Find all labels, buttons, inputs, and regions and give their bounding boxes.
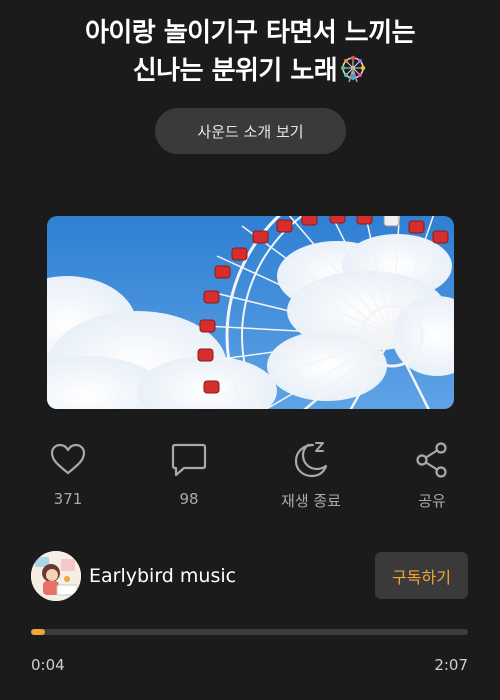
share-icon	[412, 440, 452, 480]
like-count: 371	[53, 490, 83, 508]
channel-avatar	[31, 551, 81, 601]
like-button[interactable]: 371	[13, 440, 123, 520]
share-button[interactable]: 공유	[377, 440, 487, 520]
sleep-timer-button[interactable]: 재생 종료	[256, 440, 366, 520]
current-time: 0:04	[31, 656, 65, 674]
title-line-2-wrap: 신나는 분위기 노래	[0, 52, 500, 94]
sound-detail-screen: 아이랑 놀이기구 타면서 느끼는 신나는 분위기 노래 사운드 소개 보기 37…	[0, 0, 500, 700]
sound-intro-button-label: 사운드 소개 보기	[197, 122, 304, 141]
ferris-wheel-emoji-icon	[339, 55, 367, 94]
title-line-1: 아이랑 놀이기구 타면서 느끼는	[84, 18, 416, 48]
total-time: 2:07	[434, 656, 468, 674]
comment-count: 98	[179, 490, 199, 508]
comment-icon	[169, 440, 209, 480]
page-title: 아이랑 놀이기구 타면서 느끼는 신나는 분위기 노래	[0, 14, 500, 94]
share-label: 공유	[418, 492, 446, 510]
sleep-moon-icon	[291, 440, 331, 480]
channel-name: Earlybird music	[89, 565, 237, 587]
sound-intro-button[interactable]: 사운드 소개 보기	[155, 108, 346, 154]
channel-info[interactable]: Earlybird music	[31, 550, 236, 602]
comment-button[interactable]: 98	[134, 440, 244, 520]
ferris-wheel-photo	[47, 216, 454, 409]
subscribe-button-label: 구독하기	[392, 567, 451, 587]
artwork-image	[47, 216, 454, 409]
title-line-2: 신나는 분위기 노래	[132, 56, 338, 86]
progress-fill	[31, 629, 45, 635]
subscribe-button[interactable]: 구독하기	[375, 552, 468, 599]
heart-icon	[48, 440, 88, 480]
sleep-timer-label: 재생 종료	[281, 492, 341, 510]
progress-bar[interactable]	[31, 629, 468, 635]
action-bar: 371 98 재생 종료 공유	[0, 440, 500, 520]
